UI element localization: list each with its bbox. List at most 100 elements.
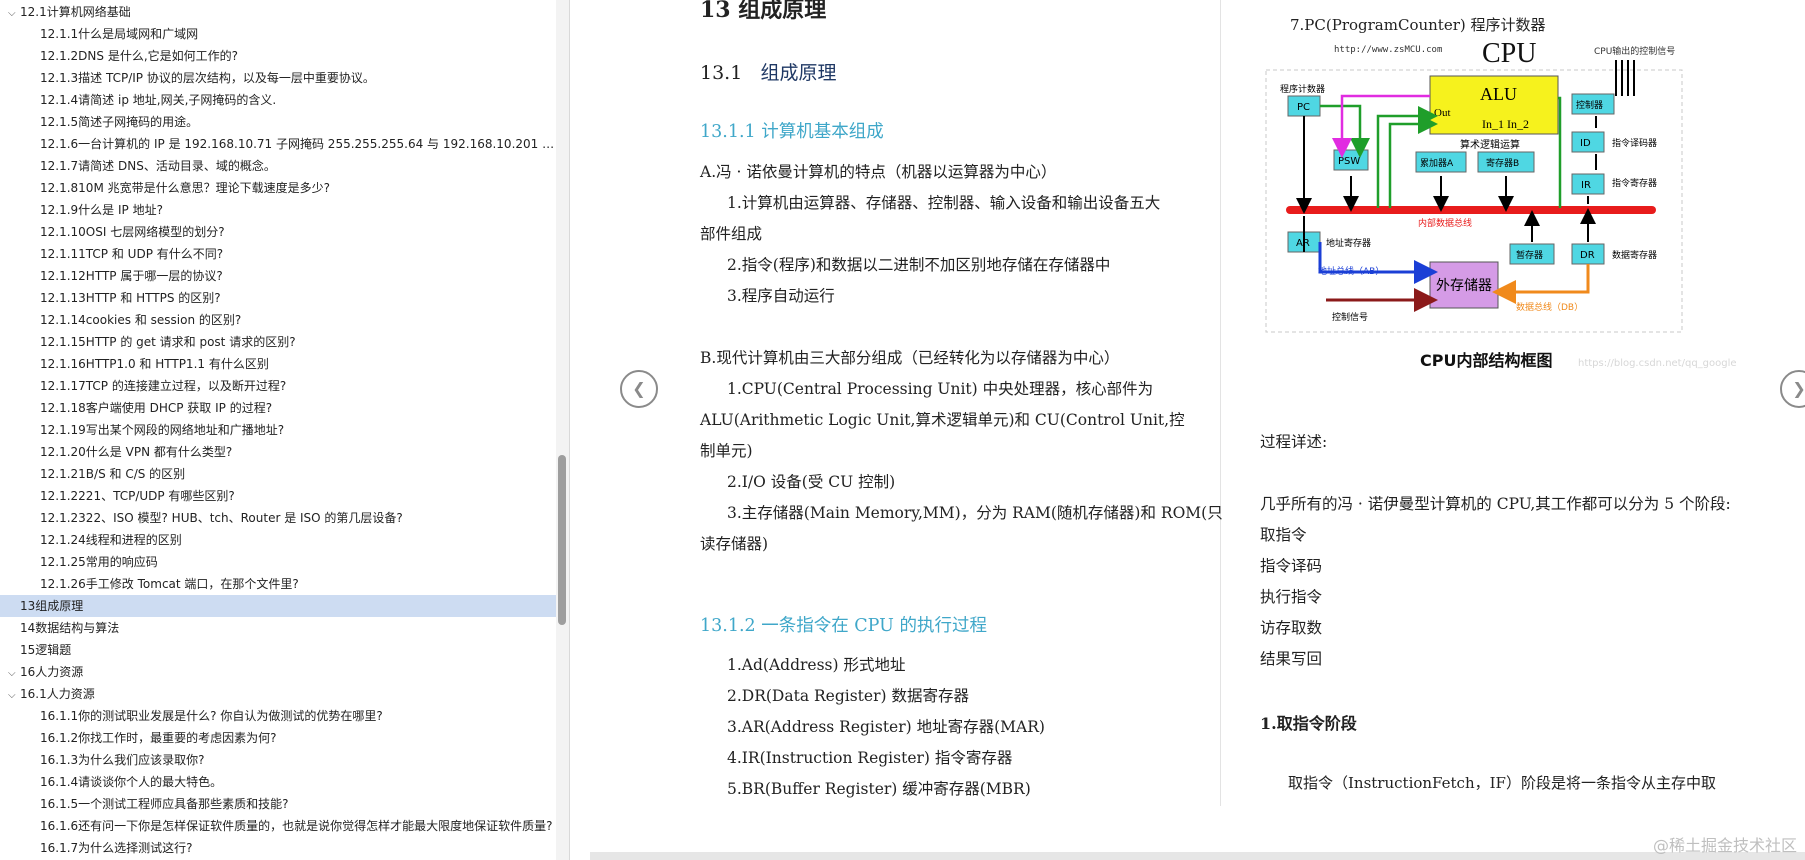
toc-item[interactable]: 12.1.17TCP 的连接建立过程，以及断开过程?	[0, 375, 556, 397]
diagram-url: http://www.zsMCU.com	[1334, 45, 1442, 55]
list-item: 5.BR(Buffer Register) 缓冲寄存器(MBR)	[727, 780, 1031, 798]
paragraph-b1-line3: 制单元)	[700, 442, 753, 460]
stage-item: 取指令	[1260, 526, 1307, 544]
toc-item[interactable]: 16.1.2你找工作时，最重要的考虑因素为何?	[0, 727, 556, 749]
chevron-right-icon: ❮	[1792, 379, 1805, 398]
cpu-structure-diagram: http://www.zsMCU.com CPU CPU输出的控制信号 ALU …	[1260, 36, 1740, 382]
toc-item[interactable]: 12.1.25常用的响应码	[0, 551, 556, 573]
toc-item[interactable]: 15逻辑题	[0, 639, 556, 661]
toc-item[interactable]: ⌵ 12.1计算机网络基础	[0, 1, 556, 23]
toc-item-label: 12.1.13HTTP 和 HTTPS 的区别?	[40, 291, 221, 305]
toc-item[interactable]: 16.1.7为什么选择测试这行?	[0, 837, 556, 859]
paragraph-b2: 2.I/O 设备(受 CU 控制)	[727, 473, 896, 491]
diagram-ctrl-sig: 控制信号	[1332, 311, 1368, 323]
stage-item: 指令译码	[1260, 557, 1323, 575]
list-item: 2.DR(Data Register) 数据寄存器	[727, 687, 969, 705]
toc-item-label: 12.1.24线程和进程的区别	[40, 533, 182, 547]
diagram-pc-caption: 程序计数器	[1280, 83, 1325, 95]
toc-item[interactable]: ⌵ 16人力资源	[0, 661, 556, 683]
toc-item[interactable]: 12.1.2322、ISO 模型? HUB、tch、Router 是 ISO 的…	[0, 507, 556, 529]
toc-item-label: 13组成原理	[20, 599, 84, 613]
diagram-acc: 累加器A	[1420, 158, 1454, 169]
toc-item[interactable]: 12.1.7请简述 DNS、活动目录、域的概念。	[0, 155, 556, 177]
toc-item[interactable]: 12.1.16HTTP1.0 和 HTTP1.1 有什么区别	[0, 353, 556, 375]
horizontal-scrollbar[interactable]	[590, 852, 1805, 860]
toc-item[interactable]: 12.1.18客户端使用 DHCP 获取 IP 的过程?	[0, 397, 556, 419]
toc-item[interactable]: 12.1.10OSI 七层网络模型的划分?	[0, 221, 556, 243]
toc-item-label: 16.1人力资源	[20, 687, 95, 701]
list-item: 3.AR(Address Register) 地址寄存器(MAR)	[727, 718, 1045, 736]
toc-item[interactable]: 12.1.24线程和进程的区别	[0, 529, 556, 551]
toc-item-label: 12.1.9什么是 IP 地址?	[40, 203, 163, 217]
paragraph-b: B.现代计算机由三大部分组成（已经转化为以存储器为中心）	[700, 349, 1120, 367]
toc-item-label: 12.1.21B/S 和 C/S 的区别	[40, 467, 186, 481]
toc-item[interactable]: 16.1.4请谈谈你个人的最大特色。	[0, 771, 556, 793]
chevron-down-icon[interactable]: ⌵	[8, 685, 20, 705]
toc-item-label: 12.1.11TCP 和 UDP 有什么不同?	[40, 247, 224, 261]
diagram-alu-out: Out	[1434, 107, 1451, 119]
toc-item[interactable]: 12.1.13HTTP 和 HTTPS 的区别?	[0, 287, 556, 309]
diagram-ir: IR	[1581, 180, 1591, 191]
toc-item[interactable]: 16.1.5一个测试工程师应具备那些素质和技能?	[0, 793, 556, 815]
toc-item-label: 12.1.25常用的响应码	[40, 555, 158, 569]
list-item: 1.Ad(Address) 形式地址	[727, 656, 906, 674]
toc-item[interactable]: 12.1.4请简述 ip 地址,网关,子网掩码的含义.	[0, 89, 556, 111]
toc-item[interactable]: 12.1.11TCP 和 UDP 有什么不同?	[0, 243, 556, 265]
toc-item-label: 12.1.2DNS 是什么,它是如何工作的?	[40, 49, 239, 63]
toc-item[interactable]: 12.1.5简述子网掩码的用途。	[0, 111, 556, 133]
diagram-psw: PSW	[1338, 156, 1360, 167]
diagram-pc: PC	[1297, 102, 1310, 113]
toc-item-label: 12.1.4请简述 ip 地址,网关,子网掩码的含义.	[40, 93, 277, 107]
diagram-tmp: 暂存器	[1516, 249, 1543, 261]
toc-item[interactable]: 12.1.26手工修改 Tomcat 端口，在那个文件里?	[0, 573, 556, 595]
sidebar-scrollbar[interactable]	[556, 0, 569, 860]
toc-item-label: 12.1.16HTTP1.0 和 HTTP1.1 有什么区别	[40, 357, 269, 371]
toc-sidebar: ⌵ 12.1计算机网络基础 12.1.1什么是局域网和广域网 12.1.2DNS 是什…	[0, 0, 570, 860]
toc-item[interactable]: 16.1.3为什么我们应该录取你?	[0, 749, 556, 771]
toc-item-label: 12.1.810M 兆宽带是什么意思？理论下载速度是多少?	[40, 181, 330, 195]
stage-item: 执行指令	[1260, 588, 1323, 606]
paragraph-a2: 2.指令(程序)和数据以二进制不加区别地存储在存储器中	[727, 256, 1111, 274]
chevron-down-icon[interactable]: ⌵	[8, 3, 20, 23]
toc-item[interactable]: 12.1.3描述 TCP/IP 协议的层次结构，以及每一层中重要协议。	[0, 67, 556, 89]
toc-item[interactable]: 12.1.6一台计算机的 IP 是 192.168.10.71 子网掩码 255…	[0, 133, 556, 155]
toc-item[interactable]: 12.1.810M 兆宽带是什么意思？理论下载速度是多少?	[0, 177, 556, 199]
toc-item[interactable]: 12.1.12HTTP 属于哪一层的协议?	[0, 265, 556, 287]
diagram-dr: DR	[1580, 250, 1595, 261]
prev-page-button[interactable]: ❮	[620, 370, 658, 408]
toc-item-label: 12.1.14cookies 和 session 的区别?	[40, 313, 242, 327]
diagram-faded-url: https://blog.csdn.net/qq_google	[1578, 358, 1737, 369]
section-number: 13.1	[700, 62, 743, 84]
toc-item[interactable]: 12.1.1什么是局域网和广域网	[0, 23, 556, 45]
toc-item-label: 16.1.6还有问一下你是怎样保证软件质量的，也就是说你觉得怎样才能最大限度地保…	[40, 819, 553, 833]
chevron-down-icon[interactable]: ⌵	[8, 663, 20, 683]
toc-item-label: 14数据结构与算法	[20, 621, 120, 635]
toc-item[interactable]: 12.1.14cookies 和 session 的区别?	[0, 309, 556, 331]
toc-item-label: 12.1.5简述子网掩码的用途。	[40, 115, 199, 129]
section-heading: 13.1 组成原理	[700, 58, 836, 85]
toc-item-label: 16.1.1你的测试职业发展是什么? 你自认为做测试的优势在哪里?	[40, 709, 383, 723]
toc-item[interactable]: 13组成原理	[0, 595, 556, 617]
diagram-alu: ALU	[1480, 84, 1517, 104]
sidebar-scroll-thumb[interactable]	[558, 455, 566, 625]
subsection-title-1: 13.1.1 计算机基本组成	[700, 122, 884, 142]
toc-item-label: 12.1.15HTTP 的 get 请求和 post 请求的区别?	[40, 335, 296, 349]
diagram-alu-caption: 算术逻辑运算	[1460, 138, 1520, 151]
diagram-bus-caption: 内部数据总线	[1418, 217, 1472, 229]
toc-item[interactable]: 12.1.15HTTP 的 get 请求和 post 请求的区别?	[0, 331, 556, 353]
toc-item-label: 16.1.4请谈谈你个人的最大特色。	[40, 775, 223, 789]
toc-item[interactable]: 16.1.1你的测试职业发展是什么? 你自认为做测试的优势在哪里?	[0, 705, 556, 727]
toc-item[interactable]: 12.1.19写出某个网段的网络地址和广播地址?	[0, 419, 556, 441]
toc-item[interactable]: 12.1.9什么是 IP 地址?	[0, 199, 556, 221]
section-title: 组成原理	[760, 62, 837, 84]
toc-item[interactable]: 12.1.21B/S 和 C/S 的区别	[0, 463, 556, 485]
toc-item[interactable]: ⌵ 16.1人力资源	[0, 683, 556, 705]
toc-item[interactable]: 12.1.20什么是 VPN 都有什么类型?	[0, 441, 556, 463]
paragraph-b1-line1: 1.CPU(Central Processing Unit) 中央处理器，核心部…	[727, 380, 1154, 398]
toc-item[interactable]: 12.1.2221、TCP/UDP 有哪些区别?	[0, 485, 556, 507]
toc-item-label: 16.1.3为什么我们应该录取你?	[40, 753, 205, 767]
toc-item[interactable]: 12.1.2DNS 是什么,它是如何工作的?	[0, 45, 556, 67]
paragraph-a: A.冯 · 诺依曼计算机的特点（机器以运算器为中心）	[700, 163, 1057, 181]
toc-item[interactable]: 16.1.6还有问一下你是怎样保证软件质量的，也就是说你觉得怎样才能最大限度地保…	[0, 815, 556, 837]
toc-item[interactable]: 14数据结构与算法	[0, 617, 556, 639]
